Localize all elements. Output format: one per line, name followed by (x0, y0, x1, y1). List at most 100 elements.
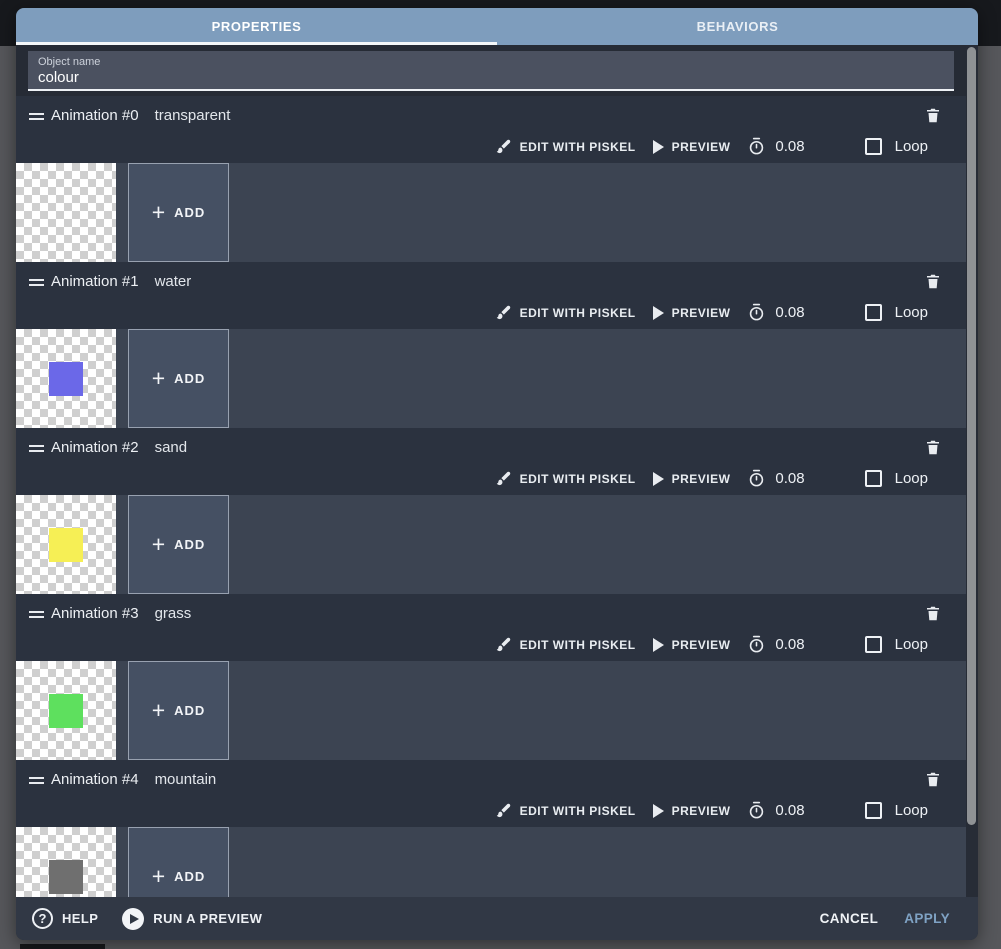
animation-index-label: Animation #3 (51, 605, 139, 622)
edit-with-piskel-button[interactable]: EDIT WITH PISKEL (495, 138, 636, 155)
frame-time-button[interactable]: 0.08 (747, 801, 805, 820)
preview-button[interactable]: PREVIEW (652, 637, 731, 652)
footer-actions: CANCEL APPLY (820, 911, 978, 926)
tab-bar: PROPERTIES BEHAVIORS (16, 8, 978, 45)
loop-toggle[interactable]: Loop (864, 802, 928, 819)
tab-behaviors[interactable]: BEHAVIORS (497, 8, 978, 45)
animation-name[interactable]: mountain (155, 771, 217, 788)
animation-header: Animation #2 sand EDIT WITH PISKEL PREVI… (16, 428, 966, 495)
scrollbar-track[interactable] (966, 45, 978, 897)
play-icon (652, 637, 664, 652)
drag-handle-icon[interactable] (29, 442, 44, 455)
paintbrush-icon (496, 305, 510, 320)
help-button[interactable]: ? HELP (32, 908, 98, 929)
trash-icon (927, 440, 939, 454)
edit-with-piskel-button[interactable]: EDIT WITH PISKEL (495, 802, 636, 819)
loop-label: Loop (894, 636, 928, 653)
loop-checkbox[interactable] (864, 138, 882, 155)
loop-label: Loop (894, 470, 928, 487)
preview-label: PREVIEW (671, 803, 731, 818)
edit-with-piskel-button[interactable]: EDIT WITH PISKEL (495, 304, 636, 321)
animation-index-label: Animation #0 (51, 107, 139, 124)
scrollbar-thumb[interactable] (967, 47, 976, 825)
frame-thumbnail[interactable] (16, 495, 116, 594)
loop-toggle[interactable]: Loop (864, 470, 928, 487)
animation-name[interactable]: grass (155, 605, 192, 622)
loop-checkbox[interactable] (864, 304, 882, 321)
object-properties-dialog: PROPERTIES BEHAVIORS Object name Animati… (16, 8, 978, 940)
preview-button[interactable]: PREVIEW (652, 471, 731, 486)
add-frame-button[interactable]: + ADD (128, 495, 229, 594)
edit-with-piskel-label: EDIT WITH PISKEL (519, 471, 636, 486)
add-frame-label: ADD (174, 205, 206, 220)
add-frame-label: ADD (174, 537, 206, 552)
loop-toggle[interactable]: Loop (864, 636, 928, 653)
animation-name[interactable]: transparent (155, 107, 231, 124)
preview-button[interactable]: PREVIEW (652, 305, 731, 320)
preview-label: PREVIEW (671, 305, 731, 320)
preview-button[interactable]: PREVIEW (652, 139, 731, 154)
edit-with-piskel-label: EDIT WITH PISKEL (519, 139, 636, 154)
play-icon (652, 139, 664, 154)
frame-thumbnail[interactable] (16, 329, 116, 428)
frames-strip: + ADD (16, 495, 966, 594)
frames-strip: + ADD (16, 329, 966, 428)
add-frame-label: ADD (174, 703, 206, 718)
drag-handle-icon[interactable] (29, 276, 44, 289)
delete-animation-button[interactable] (922, 435, 944, 459)
frame-time-value: 0.08 (775, 636, 805, 653)
edit-with-piskel-button[interactable]: EDIT WITH PISKEL (495, 636, 636, 653)
trash-icon (927, 108, 939, 122)
frame-time-button[interactable]: 0.08 (747, 469, 805, 488)
frame-color-swatch (49, 527, 83, 562)
frame-time-button[interactable]: 0.08 (747, 635, 805, 654)
object-name-input[interactable] (38, 69, 944, 86)
frame-thumbnail[interactable] (16, 661, 116, 760)
loop-toggle[interactable]: Loop (864, 138, 928, 155)
delete-animation-button[interactable] (922, 269, 944, 293)
loop-checkbox[interactable] (864, 470, 882, 487)
run-a-preview-button[interactable]: RUN A PREVIEW (98, 907, 262, 930)
animation-block: Animation #4 mountain EDIT WITH PISKEL P… (16, 760, 966, 897)
drag-handle-icon[interactable] (29, 774, 44, 787)
frame-color-swatch (49, 859, 83, 894)
animation-name[interactable]: sand (155, 439, 188, 456)
delete-animation-button[interactable] (922, 601, 944, 625)
cancel-button[interactable]: CANCEL (820, 911, 879, 926)
add-frame-button[interactable]: + ADD (128, 329, 229, 428)
add-frame-button[interactable]: + ADD (128, 661, 229, 760)
loop-checkbox[interactable] (864, 636, 882, 653)
play-icon (652, 803, 664, 818)
add-frame-label: ADD (174, 371, 206, 386)
plus-icon: + (151, 697, 166, 723)
paintbrush-icon (496, 471, 510, 486)
edit-with-piskel-button[interactable]: EDIT WITH PISKEL (495, 470, 636, 487)
loop-toggle[interactable]: Loop (864, 304, 928, 321)
add-frame-button[interactable]: + ADD (128, 163, 229, 262)
animation-index-label: Animation #1 (51, 273, 139, 290)
drag-handle-icon[interactable] (29, 110, 44, 123)
frame-time-button[interactable]: 0.08 (747, 303, 805, 322)
tab-properties[interactable]: PROPERTIES (16, 8, 497, 45)
frame-time-button[interactable]: 0.08 (747, 137, 805, 156)
drag-handle-icon[interactable] (29, 608, 44, 621)
loop-label: Loop (894, 304, 928, 321)
play-icon (652, 471, 664, 486)
apply-button[interactable]: APPLY (904, 911, 950, 926)
animation-block: Animation #3 grass EDIT WITH PISKEL PREV… (16, 594, 966, 760)
frame-thumbnail[interactable] (16, 163, 116, 262)
animation-block: Animation #0 transparent EDIT WITH PISKE… (16, 96, 966, 262)
delete-animation-button[interactable] (922, 103, 944, 127)
delete-animation-button[interactable] (922, 767, 944, 791)
add-frame-button[interactable]: + ADD (128, 827, 229, 897)
preview-button[interactable]: PREVIEW (652, 803, 731, 818)
animation-header: Animation #1 water EDIT WITH PISKEL PREV… (16, 262, 966, 329)
background-artifact (20, 944, 105, 949)
frame-thumbnail[interactable] (16, 827, 116, 897)
loop-checkbox[interactable] (864, 802, 882, 819)
animation-name[interactable]: water (155, 273, 192, 290)
animations-list: Animation #0 transparent EDIT WITH PISKE… (16, 96, 966, 897)
frames-strip: + ADD (16, 827, 966, 897)
paintbrush-icon (496, 139, 510, 154)
animation-index-label: Animation #4 (51, 771, 139, 788)
